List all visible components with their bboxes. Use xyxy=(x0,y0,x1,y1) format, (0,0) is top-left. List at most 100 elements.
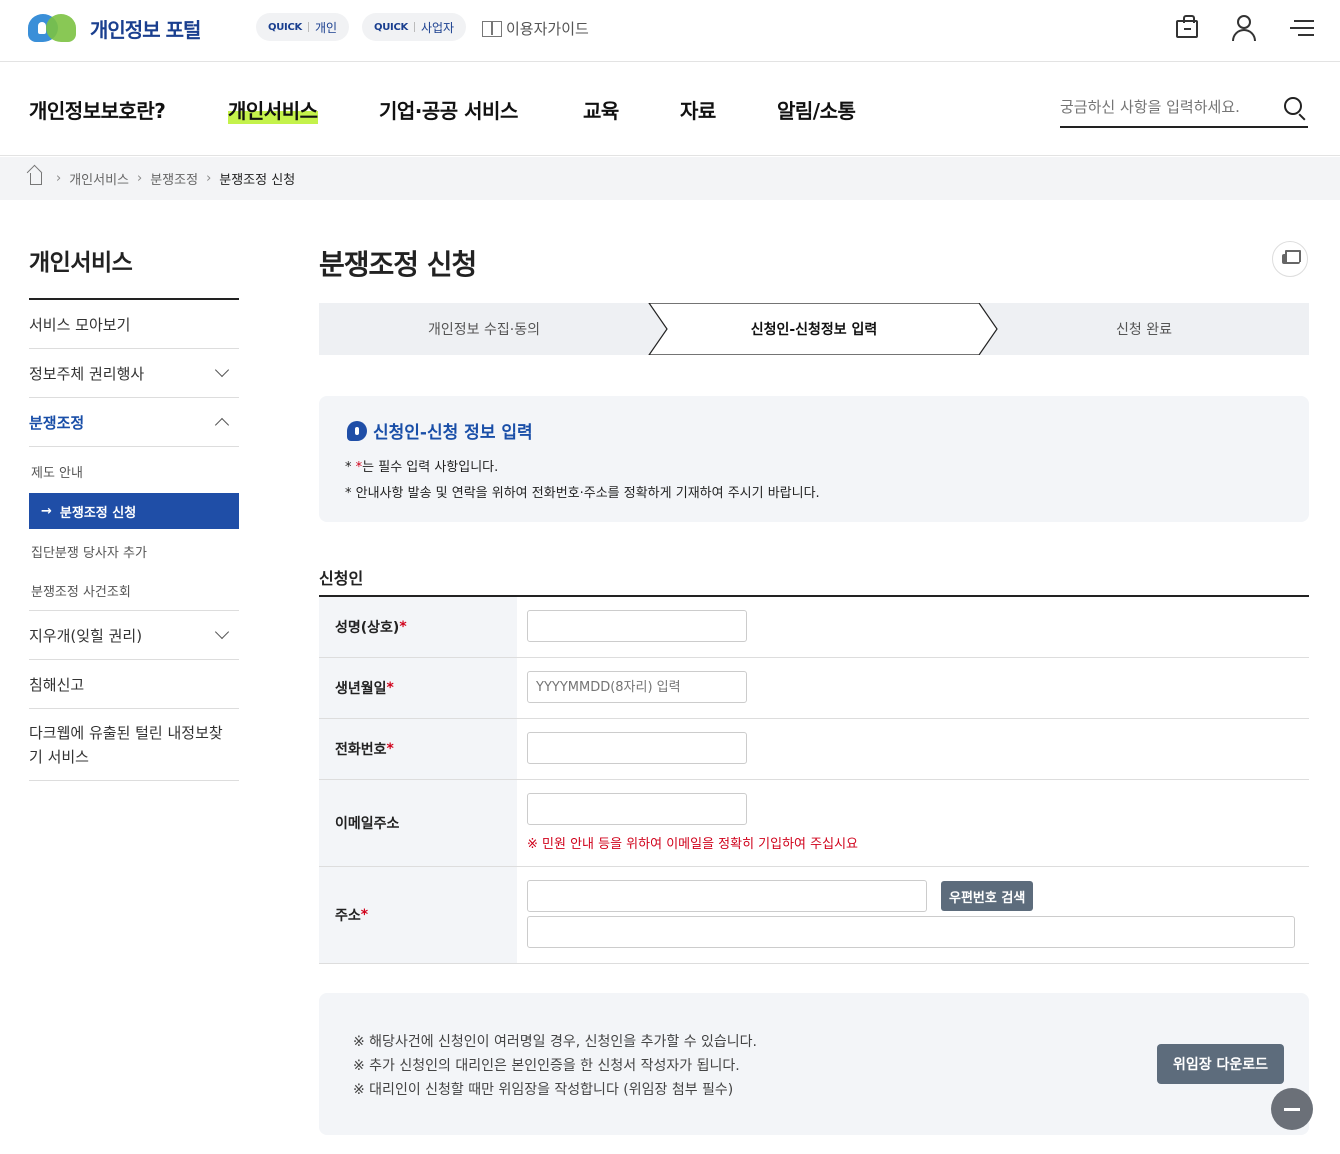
user-icon[interactable] xyxy=(1230,14,1256,41)
birth-label: 생년월일 xyxy=(335,681,387,697)
breadcrumb-item[interactable]: 분쟁조정 xyxy=(150,169,198,188)
user-guide-link[interactable]: 이용자가이드 xyxy=(482,18,589,39)
sidebar-item-dispute[interactable]: 분쟁조정 xyxy=(29,398,239,447)
logo-icon xyxy=(28,12,78,44)
sidebar-item-label: 지우개(잊힐 권리) xyxy=(29,626,143,645)
print-icon[interactable] xyxy=(1272,241,1308,277)
sidebar-item-label: 서비스 모아보기 xyxy=(29,315,131,334)
logo-text: 개인정보 포털 xyxy=(90,17,201,42)
sidebar-item-services[interactable]: 서비스 모아보기 xyxy=(29,300,239,349)
form-row-phone: 전화번호 * xyxy=(319,719,1309,780)
sidebar-title: 개인서비스 xyxy=(29,250,133,276)
quick-business-button[interactable]: QUICK 사업자 xyxy=(362,13,467,41)
breadcrumb-item[interactable]: 개인서비스 xyxy=(69,169,129,188)
email-input[interactable] xyxy=(527,793,747,825)
sidebar-item-label: 침해신고 xyxy=(29,675,85,694)
notice-box: 신청인-신청 정보 입력 * *는 필수 입력 사항입니다. * 안내사항 발송… xyxy=(319,396,1309,522)
form-label: 성명(상호) * xyxy=(319,597,517,657)
sidebar-subitem-guide[interactable]: 제도 안내 xyxy=(29,451,239,491)
step-2-current: 신청인-신청정보 입력 xyxy=(750,322,878,338)
gnb-item-business[interactable]: 기업·공공 서비스 xyxy=(379,95,518,124)
collapse-icon[interactable] xyxy=(1271,1088,1313,1130)
book-icon xyxy=(482,20,502,37)
search-box xyxy=(1060,92,1308,128)
sidebar: 서비스 모아보기 정보주체 권리행사 분쟁조정 제도 안내 → 분쟁조정 신청 집… xyxy=(29,298,239,781)
sidebar-item-label: 다크웹에 유출된 털린 내정보찾기 서비스 xyxy=(29,723,223,766)
form-row-name: 성명(상호) * xyxy=(319,597,1309,658)
sidebar-item-eraser[interactable]: 지우개(잊힐 권리) xyxy=(29,611,239,660)
section-title: 신청인 xyxy=(319,569,364,588)
zipcode-search-button[interactable]: 우편번호 검색 xyxy=(941,881,1034,911)
sidebar-subitem-group[interactable]: 집단분쟁 당사자 추가 xyxy=(29,531,239,571)
power-of-attorney-download-button[interactable]: 위임장 다운로드 xyxy=(1157,1044,1284,1084)
email-label: 이메일주소 xyxy=(335,816,400,832)
notice-contact: * 안내사항 발송 및 연락을 위하여 전화번호·주소를 정확하게 기재하여 주… xyxy=(345,486,820,501)
step-3: 신청 완료 xyxy=(1116,322,1172,338)
top-bar: 개인정보 포털 QUICK 개인 QUICK 사업자 이용자가이드 xyxy=(0,0,1340,62)
sidebar-item-report[interactable]: 침해신고 xyxy=(29,660,239,709)
quick-personal-button[interactable]: QUICK 개인 xyxy=(256,13,350,41)
phone-label: 전화번호 xyxy=(335,742,387,758)
gnb-item-news[interactable]: 알림/소통 xyxy=(777,95,856,124)
chevron-right-icon: › xyxy=(56,171,62,186)
chevron-down-icon xyxy=(214,362,230,378)
birth-input[interactable] xyxy=(527,671,747,703)
chevron-down-icon xyxy=(214,624,230,640)
sidebar-submenu: 제도 안내 → 분쟁조정 신청 집단분쟁 당사자 추가 분쟁조정 사건조회 xyxy=(29,447,239,611)
form-label: 주소 * xyxy=(319,867,517,963)
sidebar-subitem-apply[interactable]: → 분쟁조정 신청 xyxy=(29,493,239,529)
form-row-email: 이메일주소 ※ 민원 안내 등을 위하여 이메일을 정확히 기입하여 주십시요 xyxy=(319,780,1309,867)
gnb-item-resources[interactable]: 자료 xyxy=(680,95,716,124)
breadcrumb-current: 분쟁조정 신청 xyxy=(219,173,296,188)
sidebar-subitem-label: 집단분쟁 당사자 추가 xyxy=(31,545,147,561)
form-label: 이메일주소 xyxy=(319,780,517,866)
search-icon[interactable] xyxy=(1284,97,1302,115)
sidebar-item-darkweb[interactable]: 다크웹에 유출된 털린 내정보찾기 서비스 xyxy=(29,709,239,781)
sidebar-item-rights[interactable]: 정보주체 권리행사 xyxy=(29,349,239,398)
main-navigation: 개인정보보호란? 개인서비스 기업·공공 서비스 교육 자료 알림/소통 xyxy=(0,62,1340,156)
step-1: 개인정보 수집·동의 xyxy=(428,322,540,338)
address-label: 주소 xyxy=(335,908,361,924)
form-row-address: 주소 * 우편번호 검색 xyxy=(319,867,1309,964)
arrow-right-icon: → xyxy=(41,503,52,519)
form-label: 생년월일 * xyxy=(319,658,517,718)
page-title: 분쟁조정 신청 xyxy=(319,248,477,281)
home-icon[interactable] xyxy=(30,172,42,185)
name-input[interactable] xyxy=(527,610,747,642)
notice-required-text: 는 필수 입력 사항입니다. xyxy=(362,460,499,475)
guidance-line: ※ 대리인이 신청할 때만 위임장을 작성합니다 (위임장 첨부 필수) xyxy=(353,1082,734,1098)
gnb-item-privacy[interactable]: 개인정보보호란? xyxy=(29,95,166,124)
sidebar-item-label: 정보주체 권리행사 xyxy=(29,364,145,383)
guidance-line: ※ 해당사건에 신청인이 여러명일 경우, 신청인을 추가할 수 있습니다. xyxy=(353,1034,757,1050)
phone-input[interactable] xyxy=(527,732,747,764)
gnb-item-education[interactable]: 교육 xyxy=(583,95,619,124)
step-indicator: 개인정보 수집·동의 신청인-신청정보 입력 신청 완료 xyxy=(319,303,1309,355)
chevron-right-icon: › xyxy=(137,171,143,186)
notice-required: * *는 필수 입력 사항입니다. xyxy=(345,460,499,475)
gnb-item-personal[interactable]: 개인서비스 xyxy=(228,95,318,124)
notice-title-text: 신청인-신청 정보 입력 xyxy=(373,423,533,443)
site-logo[interactable]: 개인정보 포털 xyxy=(28,12,201,44)
name-label: 성명(상호) xyxy=(335,620,400,636)
applicant-form: 성명(상호)* 생년월일* 전화번호* 이메일주소 ※ 민원 안내 등을 위하여… xyxy=(319,595,1309,964)
address-detail-input[interactable] xyxy=(527,916,1295,948)
sidebar-subitem-label: 제도 안내 xyxy=(31,465,83,481)
form-row-birth: 생년월일 * xyxy=(319,658,1309,719)
form-label: 전화번호 * xyxy=(319,719,517,779)
email-warning: ※ 민원 안내 등을 위하여 이메일을 정확히 기입하여 주십시요 xyxy=(527,837,858,852)
sidebar-subitem-label: 분쟁조정 사건조회 xyxy=(31,585,131,600)
menu-icon[interactable] xyxy=(1288,14,1314,40)
notice-title: 신청인-신청 정보 입력 xyxy=(347,418,533,443)
chevron-up-icon xyxy=(214,417,230,433)
sidebar-subitem-lookup[interactable]: 분쟁조정 사건조회 xyxy=(29,571,239,611)
sidebar-item-label: 분쟁조정 xyxy=(29,413,85,432)
search-input[interactable] xyxy=(1060,92,1260,122)
quick-tag: QUICK xyxy=(374,21,408,33)
guidance-line: ※ 추가 신청인의 대리인은 본인인증을 한 신청서 작성자가 됩니다. xyxy=(353,1058,740,1074)
info-icon xyxy=(347,420,367,441)
chevron-right-icon: › xyxy=(206,171,212,186)
sidebar-subitem-label: 분쟁조정 신청 xyxy=(59,505,137,521)
zipcode-input[interactable] xyxy=(527,880,927,912)
breadcrumb: › 개인서비스 › 분쟁조정 › 분쟁조정 신청 xyxy=(0,157,1340,200)
briefcase-icon[interactable] xyxy=(1176,15,1198,38)
